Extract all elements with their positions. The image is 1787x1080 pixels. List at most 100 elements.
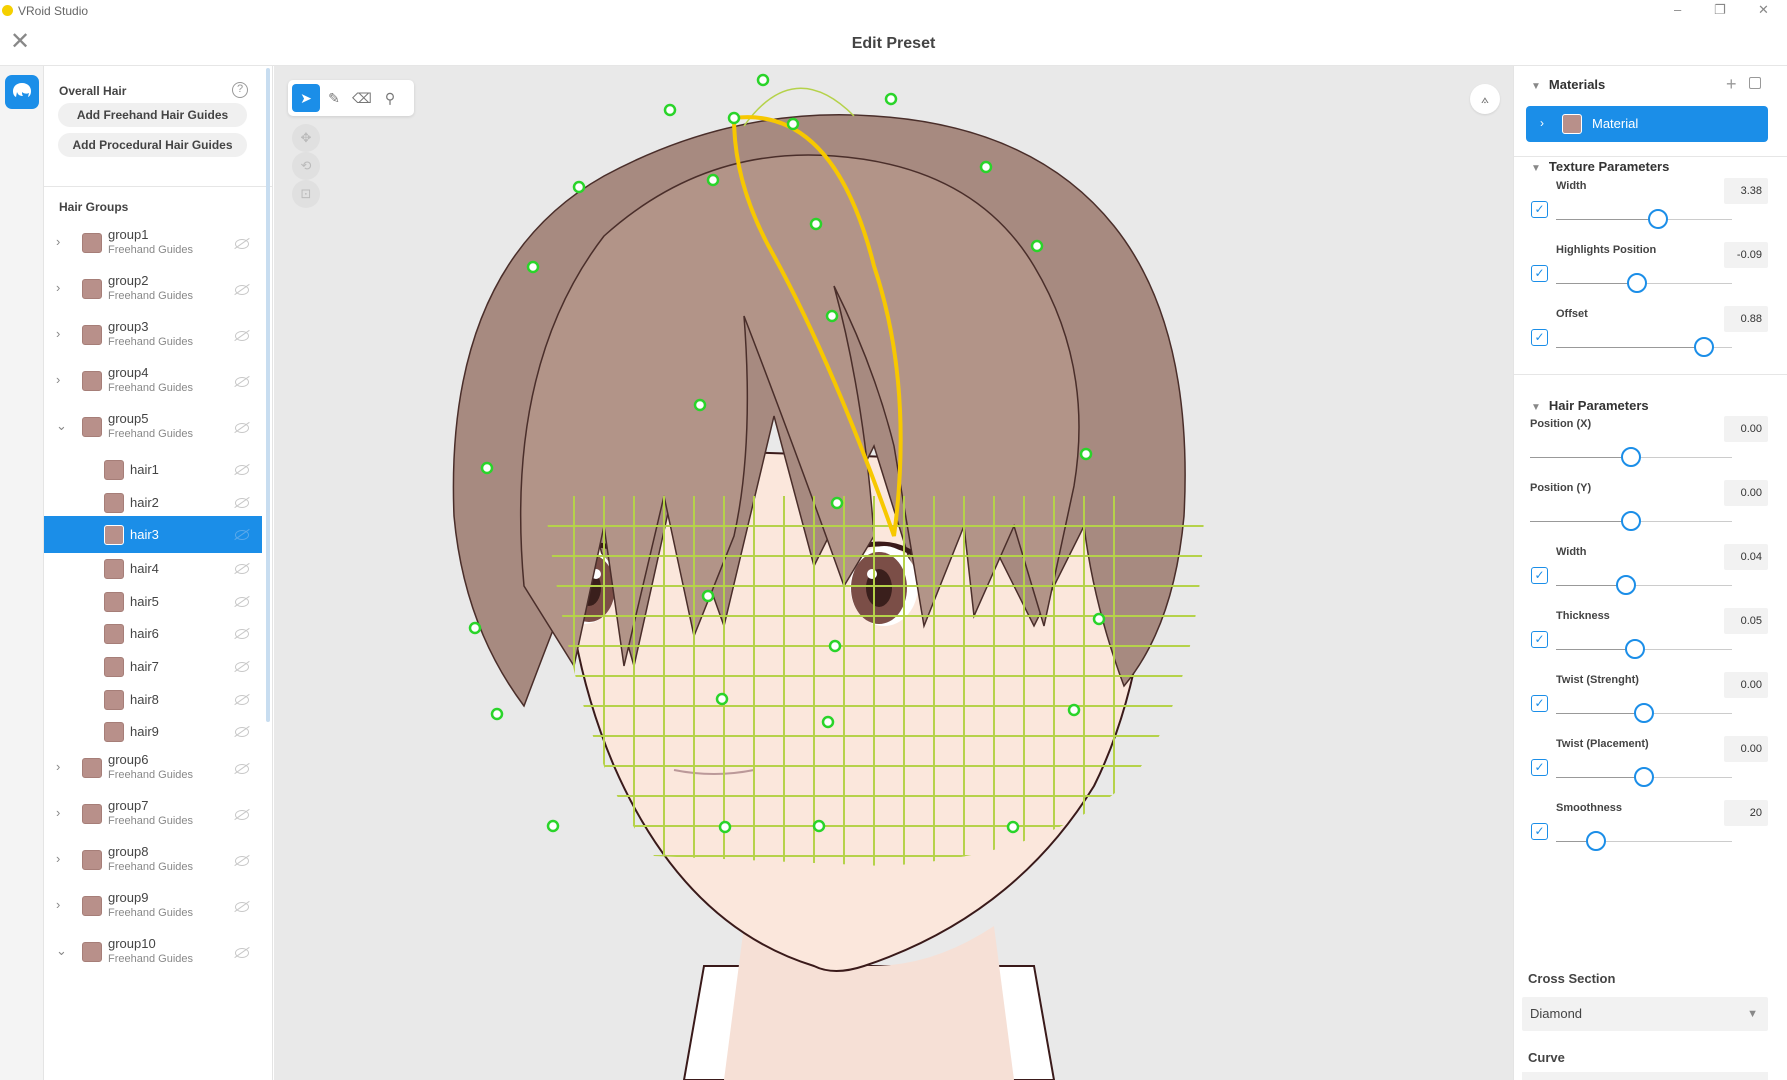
parameter-value-input[interactable]: 0.00 [1724, 672, 1768, 698]
hair-group-row[interactable]: ⌄ group10 Freehand Guides [44, 930, 262, 976]
add-freehand-guides-button[interactable]: Add Freehand Hair Guides [58, 103, 247, 127]
visibility-hidden-icon[interactable] [235, 947, 249, 958]
parameter-checkbox[interactable]: ✓ [1531, 329, 1548, 346]
parameter-value-input[interactable]: 0.00 [1724, 480, 1768, 506]
expand-chevron-icon[interactable]: › [56, 326, 60, 341]
hair-guide-row[interactable]: hair1 [44, 451, 262, 488]
expand-chevron-icon[interactable]: ⌄ [56, 418, 67, 434]
slider-knob[interactable] [1648, 209, 1669, 229]
slider-knob[interactable] [1621, 511, 1641, 531]
scrollbar[interactable] [266, 68, 270, 722]
duplicate-material-button[interactable] [1749, 77, 1761, 89]
minimize-button[interactable]: – [1674, 2, 1681, 17]
rotate-view-button[interactable]: ⟲ [292, 152, 320, 180]
hair-mode-button[interactable] [5, 75, 39, 109]
visibility-hidden-icon[interactable] [235, 629, 249, 640]
visibility-hidden-icon[interactable] [235, 377, 249, 387]
hair-guide-row[interactable]: hair9 [44, 713, 262, 750]
texture-parameters-header[interactable]: ▼ Texture Parameters [1531, 159, 1669, 174]
parameter-value-input[interactable]: -0.09 [1724, 242, 1768, 268]
parameter-value-input[interactable]: 0.05 [1724, 608, 1768, 634]
parameter-checkbox[interactable]: ✓ [1531, 631, 1548, 648]
expand-chevron-icon[interactable]: › [56, 372, 60, 387]
visibility-hidden-icon[interactable] [235, 727, 249, 738]
parameter-slider[interactable] [1556, 337, 1732, 357]
visibility-hidden-icon[interactable] [235, 239, 249, 249]
visibility-hidden-icon[interactable] [235, 855, 249, 866]
help-icon[interactable]: ? [232, 82, 248, 98]
parameter-checkbox[interactable]: ✓ [1531, 201, 1548, 218]
visibility-hidden-icon[interactable] [235, 331, 249, 341]
visibility-hidden-icon[interactable] [235, 465, 249, 475]
hair-group-row[interactable]: › group7 Freehand Guides [44, 792, 262, 838]
cross-section-select[interactable]: Diamond ▼ [1522, 997, 1768, 1031]
hair-group-row[interactable]: › group4 Freehand Guides [44, 359, 262, 405]
visibility-hidden-icon[interactable] [235, 423, 249, 433]
hair-group-row[interactable]: › group2 Freehand Guides [44, 267, 262, 313]
parameter-value-input[interactable]: 0.00 [1724, 416, 1768, 442]
hair-group-row[interactable]: › group1 Freehand Guides [44, 221, 262, 267]
add-material-button[interactable]: + [1726, 74, 1737, 95]
hair-guide-row[interactable]: hair5 [44, 583, 262, 620]
slider-knob[interactable] [1621, 447, 1641, 467]
mirror-toggle-button[interactable]: ⟑ [1470, 84, 1500, 114]
expand-chevron-icon[interactable]: › [56, 280, 60, 295]
material-item[interactable]: › Material [1526, 106, 1768, 142]
hair-guide-row[interactable]: hair3 [44, 516, 262, 554]
parameter-slider[interactable] [1556, 273, 1732, 293]
parameter-slider[interactable] [1556, 575, 1732, 595]
slider-knob[interactable] [1693, 337, 1714, 357]
hair-group-row[interactable]: › group3 Freehand Guides [44, 313, 262, 359]
visibility-hidden-icon[interactable] [235, 694, 249, 705]
parameter-slider[interactable] [1556, 639, 1732, 659]
parameter-checkbox[interactable]: ✓ [1531, 265, 1548, 282]
slider-knob[interactable] [1634, 703, 1654, 723]
visibility-hidden-icon[interactable] [235, 285, 249, 295]
hair-guide-row[interactable]: hair2 [44, 484, 262, 521]
slider-knob[interactable] [1586, 831, 1607, 851]
visibility-hidden-icon[interactable] [235, 662, 249, 672]
maximize-button[interactable]: ❐ [1714, 2, 1726, 18]
parameter-checkbox[interactable]: ✓ [1531, 759, 1548, 776]
hair-guide-row[interactable]: hair4 [44, 550, 262, 587]
hair-guide-row[interactable]: hair7 [44, 648, 262, 685]
visibility-hidden-icon[interactable] [235, 564, 249, 575]
parameter-slider[interactable] [1530, 511, 1732, 531]
parameter-slider[interactable] [1556, 831, 1732, 851]
parameter-value-input[interactable]: 3.38 [1724, 178, 1768, 204]
3d-viewport[interactable]: ➤ ✎ ⌫ ⚲ ✥ ⟲ ⊡ ⟑ [274, 66, 1513, 1080]
zoom-view-button[interactable]: ⊡ [292, 180, 320, 208]
pen-tool-button[interactable]: ✎ [320, 84, 348, 112]
visibility-hidden-icon[interactable] [235, 763, 249, 774]
hair-guide-row[interactable]: hair8 [44, 681, 262, 718]
expand-chevron-icon[interactable]: › [56, 851, 60, 866]
visibility-hidden-icon[interactable] [235, 809, 249, 820]
parameter-value-input[interactable]: 0.88 [1724, 306, 1768, 332]
visibility-hidden-icon[interactable] [235, 497, 249, 508]
eraser-tool-button[interactable]: ⌫ [348, 84, 376, 112]
add-procedural-guides-button[interactable]: Add Procedural Hair Guides [58, 133, 247, 157]
parameter-slider[interactable] [1556, 209, 1732, 229]
parameter-value-input[interactable]: 0.00 [1724, 736, 1768, 762]
guide-tool-button[interactable]: ⚲ [376, 84, 404, 112]
window-close-button[interactable]: ✕ [1758, 2, 1769, 18]
hair-group-row[interactable]: › group8 Freehand Guides [44, 838, 262, 884]
parameter-checkbox[interactable]: ✓ [1531, 567, 1548, 584]
hair-group-row[interactable]: › group9 Freehand Guides [44, 884, 262, 930]
select-tool-button[interactable]: ➤ [292, 84, 320, 112]
parameter-slider[interactable] [1530, 447, 1732, 467]
visibility-hidden-icon[interactable] [235, 596, 249, 607]
visibility-hidden-icon[interactable] [235, 530, 249, 541]
expand-chevron-icon[interactable]: › [56, 805, 60, 820]
slider-knob[interactable] [1634, 767, 1654, 787]
slider-knob[interactable] [1616, 575, 1637, 595]
curve-editor[interactable] [1522, 1072, 1768, 1080]
expand-chevron-icon[interactable]: ⌄ [56, 943, 67, 959]
parameter-checkbox[interactable]: ✓ [1531, 695, 1548, 712]
parameter-slider[interactable] [1556, 703, 1732, 723]
hair-guide-row[interactable]: hair6 [44, 615, 262, 652]
parameter-checkbox[interactable]: ✓ [1531, 823, 1548, 840]
hair-parameters-header[interactable]: ▼ Hair Parameters [1531, 398, 1649, 413]
move-view-button[interactable]: ✥ [292, 124, 320, 152]
slider-knob[interactable] [1625, 639, 1646, 659]
